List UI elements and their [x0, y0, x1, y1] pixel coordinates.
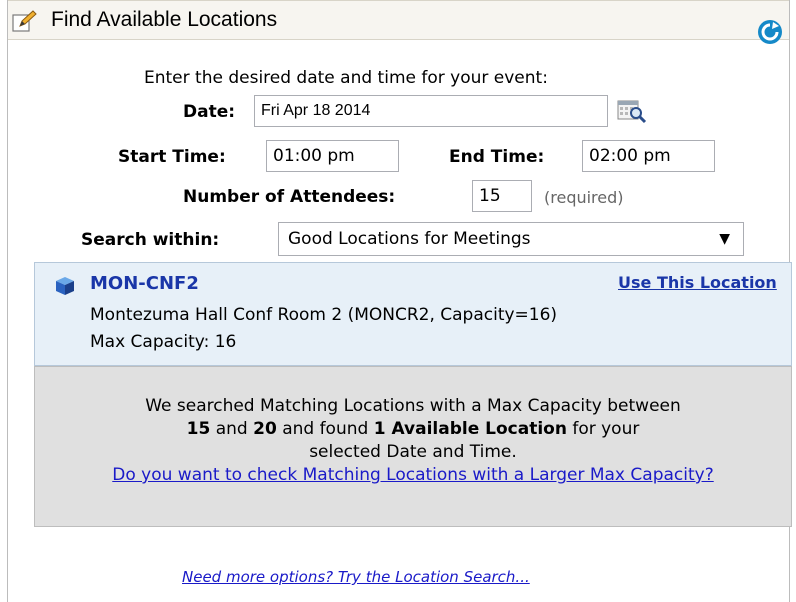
- location-code-link[interactable]: MON-CNF2: [90, 273, 199, 294]
- summary-line-3: selected Date and Time.: [309, 442, 517, 462]
- end-time-label: End Time:: [449, 147, 545, 167]
- attendees-required-note: (required): [544, 188, 624, 207]
- summary-max: 20: [253, 419, 277, 439]
- form-instructions: Enter the desired date and time for your…: [144, 68, 548, 88]
- end-time-input[interactable]: [582, 140, 715, 172]
- calendar-search-icon[interactable]: [617, 98, 647, 124]
- summary-line-2: 15 and 20 and found 1 Available Location…: [186, 419, 640, 439]
- date-label: Date:: [183, 102, 236, 122]
- location-cube-icon: [56, 277, 74, 295]
- summary-line-4: Do you want to check Matching Locations …: [35, 464, 791, 487]
- start-time-label: Start Time:: [118, 147, 226, 167]
- summary-min: 15: [186, 419, 211, 439]
- panel-header: Find Available Locations: [8, 0, 789, 44]
- pencil-edit-icon: [12, 10, 37, 32]
- attendees-label: Number of Attendees:: [183, 187, 396, 207]
- summary-line-1: We searched Matching Locations with a Ma…: [145, 396, 681, 416]
- location-search-link[interactable]: Need more options? Try the Location Sear…: [182, 568, 530, 586]
- attendees-input[interactable]: [472, 180, 532, 212]
- larger-capacity-link[interactable]: Do you want to check Matching Locations …: [112, 465, 713, 485]
- location-result: MON-CNF2 Use This Location Montezuma Hal…: [34, 262, 792, 366]
- panel-title: Find Available Locations: [51, 8, 278, 31]
- date-input[interactable]: [254, 95, 608, 127]
- location-max-capacity: Max Capacity: 16: [90, 332, 237, 352]
- summary-count: 1 Available Location: [373, 419, 567, 439]
- use-this-location-link[interactable]: Use This Location: [618, 273, 777, 292]
- dropdown-arrow-icon: ▼: [719, 231, 730, 247]
- find-locations-panel: Find Available Locations Enter the desir…: [7, 0, 792, 602]
- search-within-value: Good Locations for Meetings: [288, 229, 531, 249]
- search-within-label: Search within:: [81, 230, 220, 250]
- start-time-input[interactable]: [266, 140, 399, 172]
- refresh-icon[interactable]: [757, 19, 783, 45]
- search-summary: We searched Matching Locations with a Ma…: [34, 366, 792, 527]
- search-within-select[interactable]: Good Locations for Meetings ▼: [278, 222, 744, 256]
- location-description: Montezuma Hall Conf Room 2 (MONCR2, Capa…: [90, 305, 558, 325]
